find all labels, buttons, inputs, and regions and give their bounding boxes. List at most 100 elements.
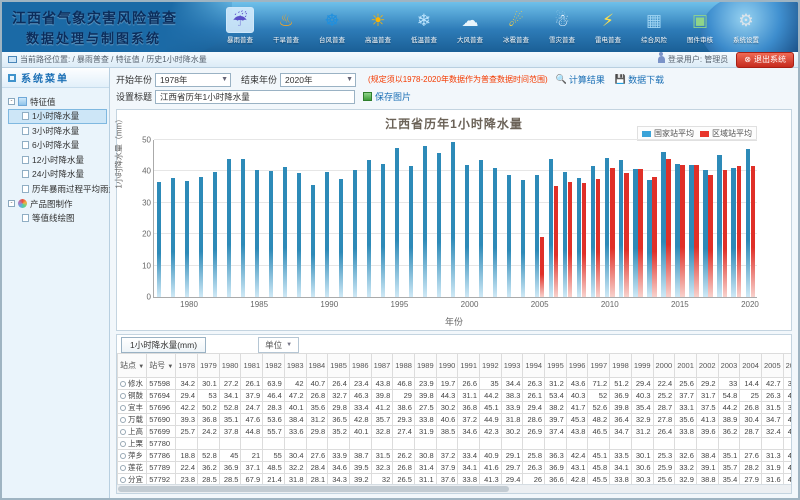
data-download-link[interactable]: 💾数据下载: [615, 73, 664, 86]
radio-icon[interactable]: [120, 453, 126, 459]
scrollbar-thumb[interactable]: [118, 486, 509, 492]
column-header-year[interactable]: 2004: [740, 354, 762, 378]
end-year-select[interactable]: 2020年▼: [280, 73, 356, 87]
exit-system-button[interactable]: ⊗ 退出系统: [736, 52, 794, 68]
column-header-year[interactable]: 1999: [631, 354, 653, 378]
column-header-year[interactable]: 1981: [241, 354, 263, 378]
toolbar-item-系统设置[interactable]: ⚙系统设置: [723, 4, 769, 50]
table-row[interactable]: 宜丰5769642.250.252.824.728.340.135.629.83…: [118, 402, 792, 414]
column-header-year[interactable]: 1994: [523, 354, 545, 378]
sidebar-group-产品图制作[interactable]: -产品图制作: [8, 196, 107, 211]
column-header-station[interactable]: 站点 ▼: [118, 354, 147, 378]
expand-icon[interactable]: -: [8, 200, 15, 207]
start-year-select[interactable]: 1978年▼: [155, 73, 231, 87]
radio-icon[interactable]: [120, 417, 126, 423]
station-name-cell[interactable]: 萍乡: [118, 450, 147, 462]
bar-national-1988: [297, 173, 301, 297]
column-header-year[interactable]: 1995: [545, 354, 567, 378]
column-header-year[interactable]: 1984: [306, 354, 328, 378]
sidebar-item-3小时降水量[interactable]: 3小时降水量: [8, 124, 107, 139]
radio-icon[interactable]: [120, 429, 126, 435]
column-header-year[interactable]: 1998: [610, 354, 632, 378]
column-header-year[interactable]: 2001: [675, 354, 697, 378]
column-header-year[interactable]: 2003: [718, 354, 740, 378]
table-row[interactable]: 修水5759834.230.127.226.163.94240.726.423.…: [118, 378, 792, 390]
unit-dropdown[interactable]: 单位▼: [258, 337, 299, 353]
unit-button[interactable]: 1小时降水量(mm): [121, 337, 206, 353]
radio-icon[interactable]: [120, 393, 126, 399]
column-header-year[interactable]: 1991: [458, 354, 480, 378]
column-header-station-id[interactable]: 站号 ▼: [147, 354, 176, 378]
sidebar-item-等值线绘图[interactable]: 等值线绘图: [8, 211, 107, 226]
sidebar-item-12小时降水量[interactable]: 12小时降水量: [8, 153, 107, 168]
column-header-year[interactable]: 1988: [393, 354, 415, 378]
toolbar-item-大风普查[interactable]: ☁大风普查: [447, 4, 493, 50]
column-header-year[interactable]: 1985: [328, 354, 350, 378]
column-header-year[interactable]: 1978: [176, 354, 198, 378]
sidebar-item-1小时降水量[interactable]: 1小时降水量: [8, 109, 107, 124]
table-row[interactable]: 万载5769039.336.835.147.653.638.431.236.54…: [118, 414, 792, 426]
station-name-cell[interactable]: 上高: [118, 426, 147, 438]
chart-title-input[interactable]: 江西省历年1小时降水量: [155, 90, 355, 104]
radio-icon[interactable]: [120, 381, 126, 387]
column-header-year[interactable]: 2006: [783, 354, 791, 378]
sidebar-item-6小时降水量[interactable]: 6小时降水量: [8, 138, 107, 153]
radio-icon[interactable]: [120, 405, 126, 411]
station-name-cell[interactable]: 宜丰: [118, 402, 147, 414]
horizontal-scrollbar[interactable]: [117, 484, 791, 493]
column-header-year[interactable]: 2000: [653, 354, 675, 378]
table-scroll-area[interactable]: 站点 ▼站号 ▼19781979198019811982198319841985…: [117, 353, 791, 484]
toolbar-item-雪灾普查[interactable]: ☃雪灾普查: [539, 4, 585, 50]
column-header-year[interactable]: 1979: [198, 354, 220, 378]
column-header-year[interactable]: 1993: [501, 354, 523, 378]
table-row[interactable]: 铜鼓5769429.45334.137.946.447.226.832.746.…: [118, 390, 792, 402]
toolbar-item-雷电普查[interactable]: ⚡雷电普查: [585, 4, 631, 50]
toolbar-item-低温普查[interactable]: ❄低温普查: [401, 4, 447, 50]
table-row[interactable]: 上栗57780: [118, 438, 792, 450]
table-row[interactable]: 莲花5778922.436.236.937.148.532.228.434.63…: [118, 462, 792, 474]
sidebar-item-历年暴雨过程平均雨量[interactable]: 历年暴雨过程平均雨量: [8, 182, 107, 197]
bar-national-1983: [227, 159, 231, 297]
y-tick-label: 50: [142, 136, 151, 145]
toolbar-item-综合风险[interactable]: ▦综合风险: [631, 4, 677, 50]
toolbar-item-台风普查[interactable]: ☸台风普查: [309, 4, 355, 50]
sidebar-item-24小时降水量[interactable]: 24小时降水量: [8, 167, 107, 182]
column-header-year[interactable]: 1982: [263, 354, 285, 378]
table-row[interactable]: 分宜5779223.828.528.567.921.431.828.134.33…: [118, 474, 792, 485]
toolbar-item-干旱普查[interactable]: ♨干旱普查: [263, 4, 309, 50]
column-header-year[interactable]: 2002: [696, 354, 718, 378]
column-header-year[interactable]: 1987: [371, 354, 393, 378]
toolbar-item-冰雹普查[interactable]: ☄冰雹普查: [493, 4, 539, 50]
radio-icon[interactable]: [120, 477, 126, 483]
value-cell: 42.7: [761, 378, 783, 390]
station-name-cell[interactable]: 上栗: [118, 438, 147, 450]
toolbar-item-高温普查[interactable]: ☀高温普查: [355, 4, 401, 50]
expand-icon[interactable]: -: [8, 98, 15, 105]
table-row[interactable]: 萍乡5778618.852.845215530.427.633.938.731.…: [118, 450, 792, 462]
x-tick-label: 2010: [601, 300, 619, 309]
toolbar-item-图件审核[interactable]: ▣图件审核: [677, 4, 723, 50]
value-cell: 35.1: [219, 414, 241, 426]
station-name-cell[interactable]: 修水: [118, 378, 147, 390]
sidebar-group-特征值[interactable]: -特征值: [8, 94, 107, 109]
station-name-cell[interactable]: 铜鼓: [118, 390, 147, 402]
toolbar-item-暴雨普查[interactable]: ☔暴雨普查: [217, 4, 263, 50]
column-header-year[interactable]: 1980: [219, 354, 241, 378]
radio-icon[interactable]: [120, 441, 126, 447]
column-header-year[interactable]: 1992: [480, 354, 502, 378]
column-header-year[interactable]: 1989: [414, 354, 436, 378]
column-header-year[interactable]: 1997: [588, 354, 610, 378]
table-row[interactable]: 上高5769925.724.237.844.855.733.629.835.24…: [118, 426, 792, 438]
column-header-year[interactable]: 2005: [761, 354, 783, 378]
station-name-cell[interactable]: 分宜: [118, 474, 147, 485]
station-name-cell[interactable]: 万载: [118, 414, 147, 426]
column-header-year[interactable]: 1986: [349, 354, 371, 378]
column-header-year[interactable]: 1996: [566, 354, 588, 378]
column-header-year[interactable]: 1983: [284, 354, 306, 378]
search-icon: 🔍: [556, 74, 567, 85]
column-header-year[interactable]: 1990: [436, 354, 458, 378]
calculate-result-link[interactable]: 🔍计算结果: [556, 73, 605, 86]
save-image-link[interactable]: 保存图片: [363, 90, 411, 103]
station-name-cell[interactable]: 莲花: [118, 462, 147, 474]
radio-icon[interactable]: [120, 465, 126, 471]
